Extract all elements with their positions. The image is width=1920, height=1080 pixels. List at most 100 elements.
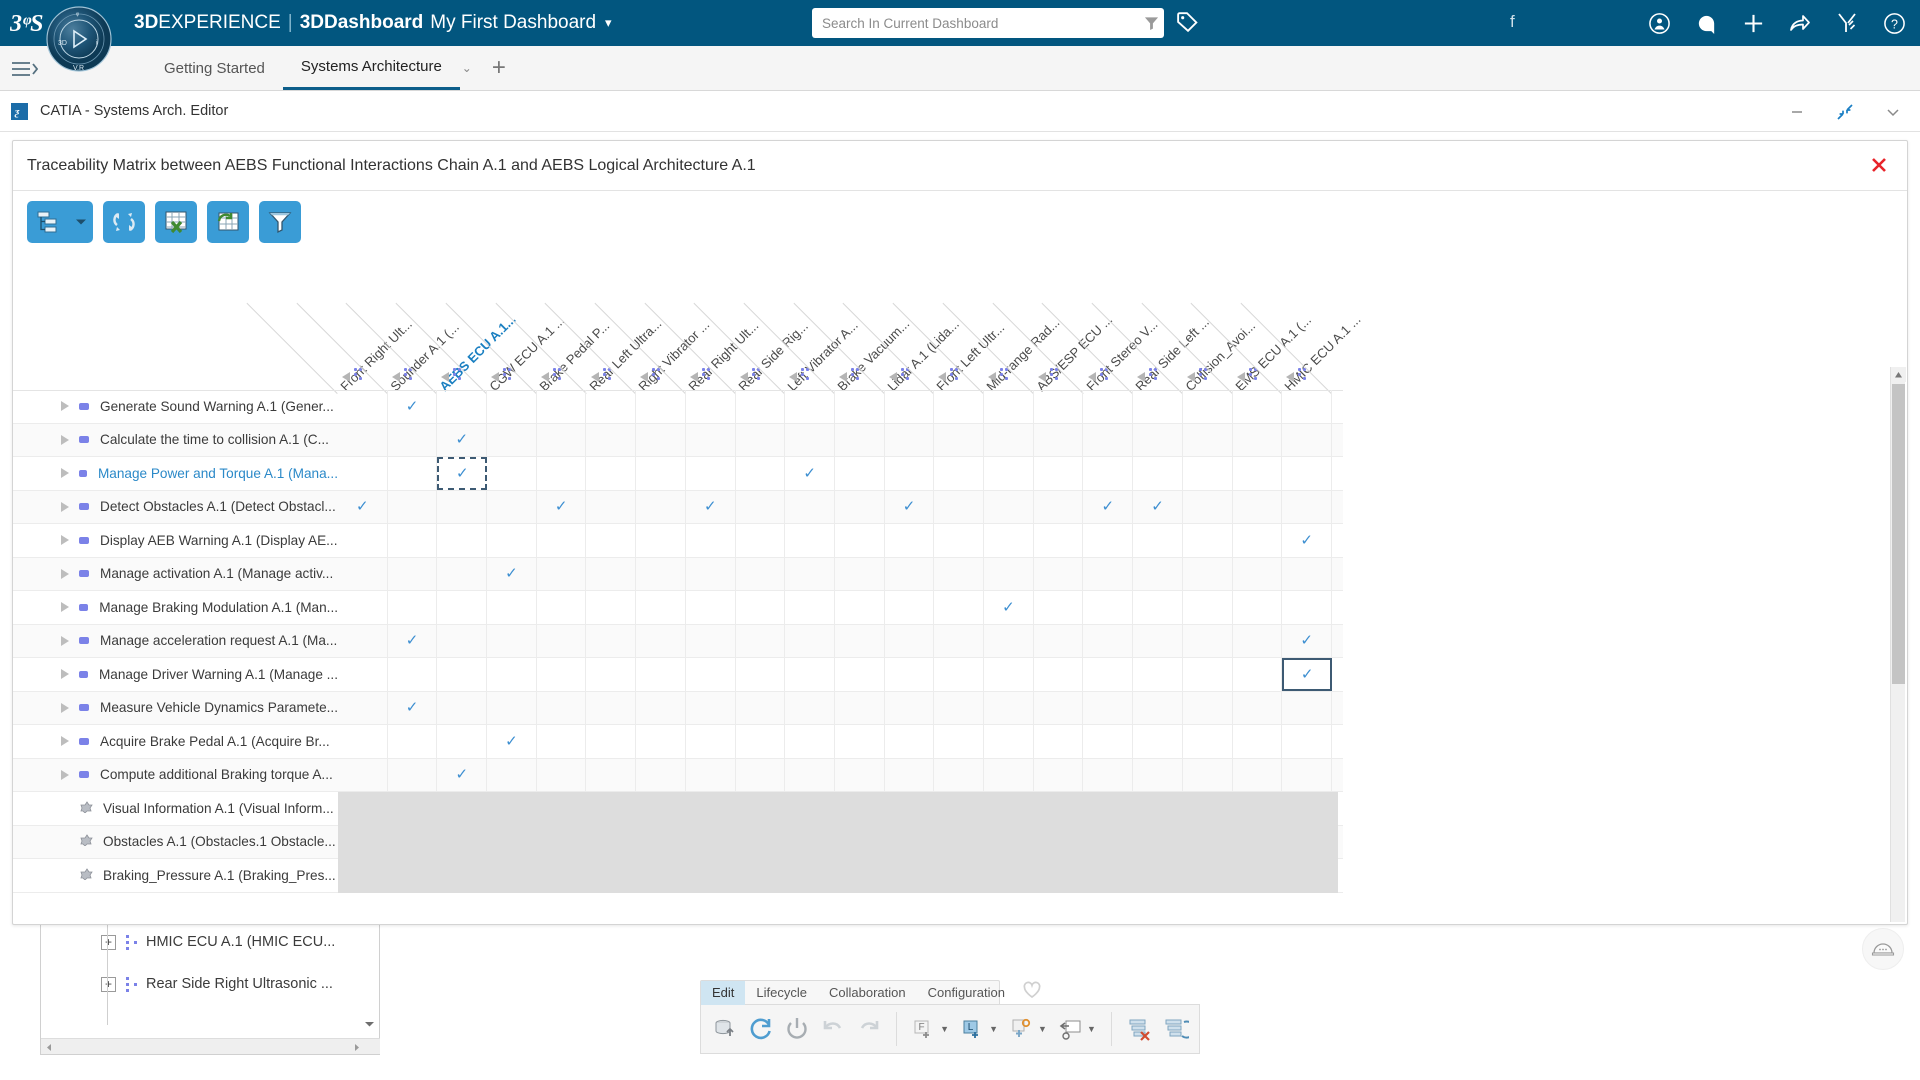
matrix-cell[interactable]: [388, 423, 438, 456]
power-icon[interactable]: [781, 1012, 813, 1046]
matrix-cell[interactable]: [1233, 524, 1283, 557]
matrix-cell[interactable]: [1233, 490, 1283, 523]
matrix-cell[interactable]: [1034, 423, 1084, 456]
matrix-cell[interactable]: [984, 457, 1034, 490]
matrix-cell[interactable]: [636, 390, 686, 423]
matrix-cell[interactable]: [437, 524, 488, 557]
row-expand-icon[interactable]: [61, 602, 69, 613]
matrix-cell[interactable]: [736, 390, 786, 423]
save-to-database-icon[interactable]: [709, 1012, 741, 1046]
matrix-cell[interactable]: [1084, 591, 1134, 624]
matrix-row[interactable]: Manage acceleration request A.1 (Ma... ✓ ✓: [13, 624, 1343, 658]
matrix-cell[interactable]: [835, 624, 885, 657]
tab-edit[interactable]: Edit: [701, 980, 746, 1005]
matrix-cell[interactable]: [388, 591, 438, 624]
matrix-cell[interactable]: [984, 725, 1034, 758]
matrix-cell[interactable]: [934, 423, 985, 456]
matrix-cell[interactable]: [1282, 390, 1332, 423]
matrix-cell[interactable]: [636, 658, 686, 691]
matrix-cell[interactable]: [1034, 591, 1084, 624]
matrix-cell[interactable]: [1282, 591, 1332, 624]
matrix-cell[interactable]: [835, 591, 885, 624]
matrix-cell[interactable]: [984, 423, 1034, 456]
matrix-cell[interactable]: [1133, 591, 1183, 624]
matrix-cell[interactable]: [1183, 390, 1233, 423]
matrix-cell[interactable]: [1034, 524, 1084, 557]
notification-icon[interactable]: [1694, 11, 1718, 35]
matrix-cell[interactable]: [338, 390, 388, 423]
tree-horizontal-scrollbar[interactable]: [41, 1038, 380, 1054]
matrix-cell[interactable]: [1084, 691, 1134, 724]
matrix-cell[interactable]: [338, 557, 388, 590]
matrix-cell[interactable]: [785, 390, 835, 423]
help-icon[interactable]: ?: [1882, 11, 1906, 35]
matrix-row[interactable]: Measure Vehicle Dynamics Paramete... ✓: [13, 691, 1343, 725]
matrix-cell[interactable]: [1183, 658, 1233, 691]
matrix-cell[interactable]: [338, 658, 388, 691]
scroll-right-icon[interactable]: [348, 1039, 364, 1055]
matrix-cell[interactable]: [885, 758, 935, 791]
matrix-cell[interactable]: [686, 624, 736, 657]
matrix-cell[interactable]: [587, 390, 637, 423]
search-filter-icon[interactable]: [1138, 8, 1164, 38]
matrix-cell[interactable]: [686, 591, 736, 624]
matrix-cell[interactable]: [785, 725, 835, 758]
matrix-cell[interactable]: [686, 524, 736, 557]
matrix-cell[interactable]: [587, 725, 637, 758]
matrix-cell[interactable]: [487, 390, 537, 423]
matrix-cell[interactable]: [736, 423, 786, 456]
row-expand-icon[interactable]: [61, 702, 69, 713]
matrix-cell[interactable]: [587, 691, 637, 724]
matrix-vertical-scrollbar[interactable]: [1890, 367, 1906, 922]
matrix-cell[interactable]: [537, 591, 587, 624]
matrix-cell[interactable]: [388, 725, 438, 758]
matrix-cell[interactable]: [736, 691, 786, 724]
matrix-cell[interactable]: [785, 691, 835, 724]
matrix-cell[interactable]: [686, 423, 736, 456]
matrix-cell[interactable]: [487, 524, 537, 557]
matrix-cell[interactable]: [338, 457, 388, 490]
matrix-cell[interactable]: [885, 557, 935, 590]
matrix-cell[interactable]: [885, 658, 935, 691]
helmet-icon[interactable]: [1862, 928, 1904, 970]
matrix-cell[interactable]: [487, 658, 537, 691]
row-label-10[interactable]: Acquire Brake Pedal A.1 (Acquire Br...: [13, 725, 338, 758]
matrix-cell[interactable]: [1084, 457, 1134, 490]
matrix-cell[interactable]: [885, 691, 935, 724]
matrix-cell[interactable]: [934, 658, 985, 691]
matrix-cell[interactable]: [587, 524, 637, 557]
column-expand-icon[interactable]: [342, 372, 350, 382]
matrix-cell[interactable]: [587, 457, 637, 490]
matrix-cell[interactable]: [686, 658, 736, 691]
undo-icon[interactable]: [817, 1012, 849, 1046]
matrix-cell[interactable]: ✓: [686, 490, 736, 523]
matrix-cell[interactable]: [1133, 691, 1183, 724]
matrix-cell[interactable]: [1282, 490, 1332, 523]
column-expand-icon[interactable]: [689, 372, 698, 382]
matrix-cell[interactable]: ✓: [785, 457, 835, 490]
column-expand-icon[interactable]: [1236, 372, 1245, 382]
matrix-cell[interactable]: [1282, 691, 1332, 724]
matrix-cell[interactable]: [1183, 457, 1233, 490]
matrix-cell[interactable]: [736, 725, 786, 758]
matrix-cell[interactable]: [1233, 557, 1283, 590]
chevron-down-icon[interactable]: [1882, 101, 1904, 123]
user-icon[interactable]: [1647, 11, 1671, 35]
matrix-row[interactable]: Compute additional Braking torque A... ✓: [13, 758, 1343, 792]
matrix-cell[interactable]: [636, 758, 686, 791]
matrix-cell[interactable]: [537, 390, 587, 423]
column-expand-icon[interactable]: [391, 372, 400, 382]
matrix-row[interactable]: Manage Power and Torque A.1 (Mana... ✓ ✓: [13, 457, 1343, 491]
matrix-cell[interactable]: [1133, 725, 1183, 758]
matrix-cell[interactable]: [835, 490, 885, 523]
matrix-cell[interactable]: ✓: [487, 725, 537, 758]
tab-chevron-down-icon[interactable]: ⌄: [460, 61, 478, 75]
matrix-cell[interactable]: [1183, 758, 1233, 791]
row-label-6[interactable]: Manage Braking Modulation A.1 (Man...: [13, 591, 338, 624]
matrix-cell[interactable]: [934, 591, 985, 624]
matrix-cell[interactable]: [1133, 758, 1183, 791]
matrix-cell[interactable]: [686, 691, 736, 724]
matrix-cell[interactable]: [1084, 390, 1134, 423]
matrix-cell[interactable]: [338, 691, 388, 724]
matrix-cell[interactable]: ✓: [1084, 490, 1134, 523]
